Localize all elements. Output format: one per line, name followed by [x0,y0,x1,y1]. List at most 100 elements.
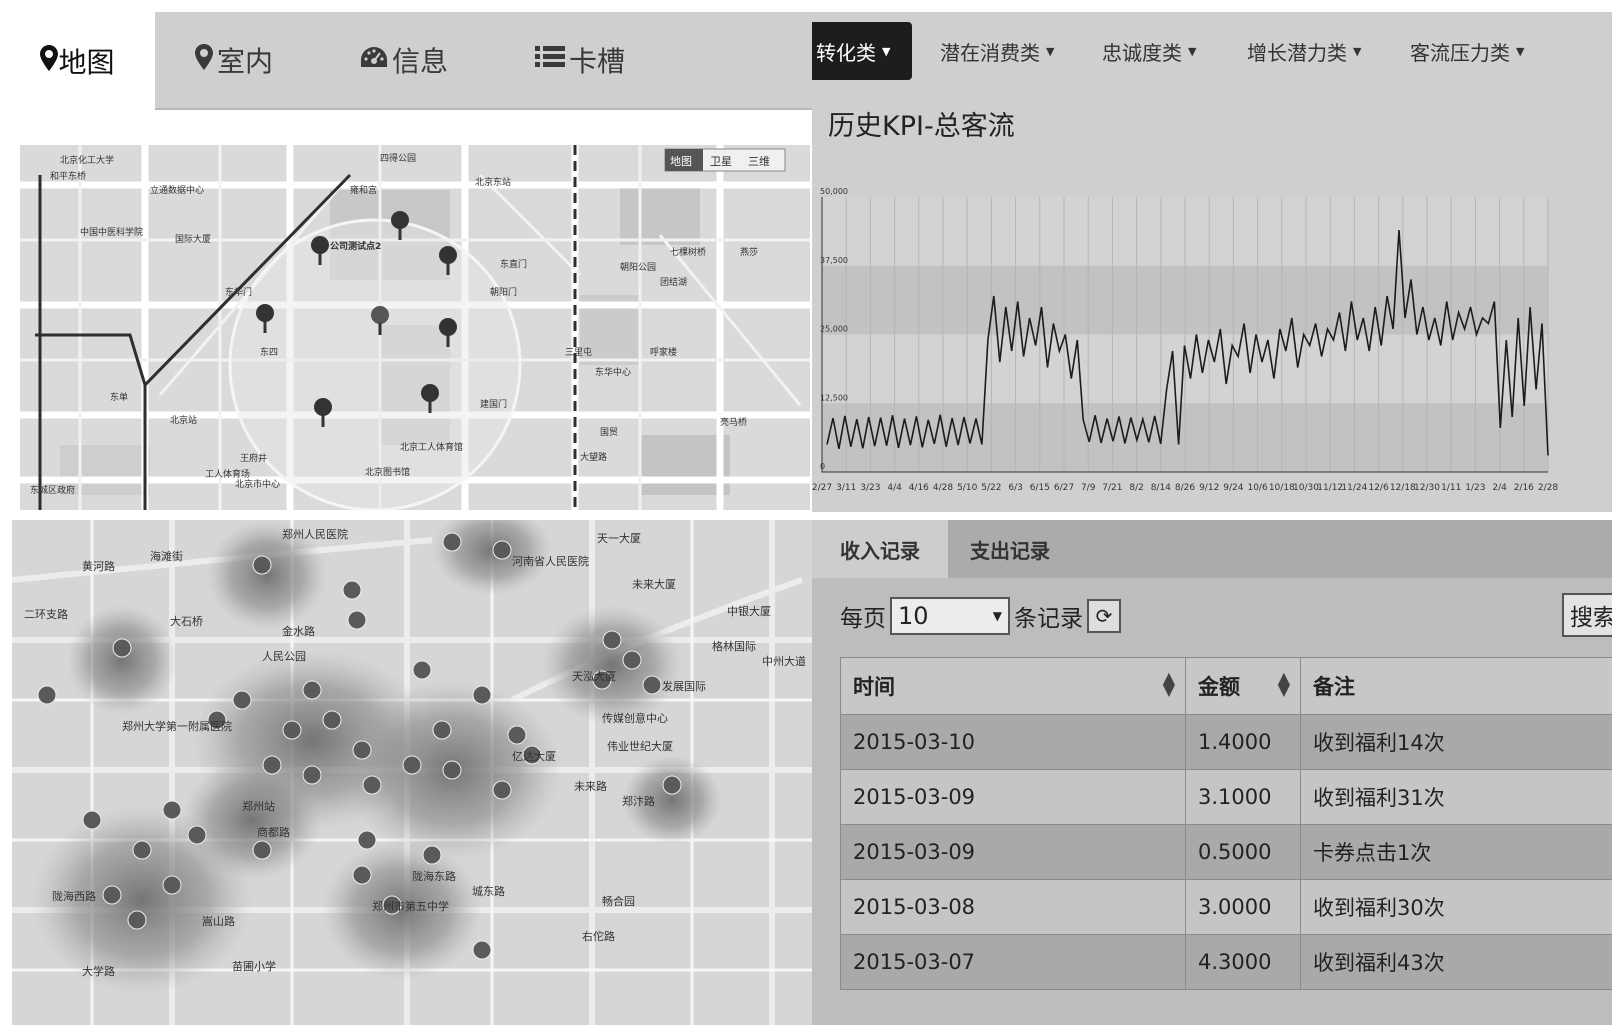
map-type-3d[interactable]: 三维 [748,155,770,168]
column-header-amount[interactable]: 金额 ▲ ▼ [1185,657,1301,715]
x-tick-label: 5/10 [957,483,977,493]
search-button[interactable]: 搜索 [1562,593,1612,637]
place-label: 公司测试点2 [330,240,381,252]
x-tick-label: 11/12 [1317,483,1343,493]
table-row[interactable]: 2015-03-08 3.0000 收到福利30次 [840,879,1612,935]
y-tick-label: 37,500 [820,256,848,265]
nav-tab-map[interactable]: 地图 [0,12,155,110]
table-row[interactable]: 2015-03-09 3.1000 收到福利31次 [840,769,1612,825]
place-label: 二环支路 [24,608,68,621]
y-tick-label: 25,000 [820,325,848,334]
nav-tab-info[interactable]: 信息 [360,12,448,108]
refresh-icon: ⟳ [1095,604,1113,628]
map-type-control[interactable]: 地图 卫星 三维 [664,148,786,172]
cell-amount: 3.0000 [1185,879,1301,935]
kpi-line-chart: 0 12,500 25,000 37,500 50,000 2/27 3/11 3/23 4/… [812,187,1558,493]
nav-tab-indoor[interactable]: 室内 [195,12,273,108]
table-row[interactable]: 2015-03-10 1.4000 收到福利14次 [840,714,1612,770]
map-marker-icon [195,44,213,76]
dashboard-icon [360,45,388,75]
table-row[interactable]: 2015-03-09 0.5000 卡券点击1次 [840,824,1612,880]
place-label: 河南省人民医院 [512,554,589,568]
kpi-tab-traffic-pressure[interactable]: 客流压力类 ▼ [1410,22,1524,80]
x-tick-label: 11/24 [1341,483,1367,493]
place-label: 东华中心 [595,366,631,378]
records-panel: 收入记录 支出记录 每页 10 ▼ 条记录 ⟳ 搜索 时间 ▲ ▼ 金额 ▲ ▼… [812,520,1612,1025]
x-tick-label: 6/15 [1030,483,1050,493]
column-header-label: 时间 [853,675,895,699]
main-nav: 地图 室内 信息 卡槽 [0,0,812,110]
map-view-heatmap[interactable]: 郑州人民医院 天一大厦 河南省人民医院 未来大厦 中银大厦 黄河路 海滩街 二环… [12,520,812,1025]
tab-income-records[interactable]: 收入记录 [812,520,948,578]
place-label: 三里屯 [565,346,592,358]
x-tick-label: 10/6 [1247,483,1267,493]
y-tick-label: 12,500 [820,393,848,402]
kpi-tab-growth-potential[interactable]: 增长潜力类 ▼ [1247,22,1361,80]
place-label: 右佗路 [582,929,615,943]
place-label: 传媒创意中心 [602,711,668,725]
column-header-note: 备注 [1300,657,1612,715]
cell-amount: 0.5000 [1185,824,1301,880]
place-label: 东华门 [225,286,252,298]
x-tick-label: 3/23 [860,483,880,493]
place-label: 团结湖 [660,276,687,288]
cell-amount: 4.3000 [1185,934,1301,990]
x-tick-label: 9/24 [1223,483,1243,493]
cell-time: 2015-03-09 [840,769,1186,825]
tab-expense-records[interactable]: 支出记录 [970,520,1050,578]
records-table: 时间 ▲ ▼ 金额 ▲ ▼ 备注 2015-03-10 1.4000 收到福利14次… [840,657,1612,990]
nav-tab-card-slot[interactable]: 卡槽 [535,12,625,108]
kpi-tab-conversion[interactable]: 转化类 ▼ [812,22,913,80]
refresh-button[interactable]: ⟳ [1087,599,1121,633]
place-label: 郑州人民医院 [282,527,348,541]
page-size-select[interactable]: 10 ▼ [890,597,1010,635]
per-page-prefix: 每页 [840,606,886,632]
x-tick-label: 12/6 [1368,483,1388,493]
caret-down-icon: ▼ [1353,44,1362,58]
place-label: 工人体育场 [205,468,250,480]
place-label: 黄河路 [82,559,115,573]
x-tick-label: 10/30 [1293,483,1319,493]
place-label: 立通数据中心 [150,184,204,196]
x-tick-label: 8/2 [1129,483,1143,493]
sort-icon[interactable]: ▲ ▼ [1278,670,1290,698]
place-label: 伟业世纪大厦 [607,739,673,753]
column-header-label: 备注 [1313,675,1355,699]
cell-note: 卡券点击1次 [1300,824,1612,880]
place-label: 发展国际 [662,679,706,693]
place-label: 郑汴路 [622,794,655,808]
x-tick-label: 4/28 [933,483,953,493]
place-label: 郑州市第五中学 [372,899,449,913]
place-label: 东单 [110,391,128,403]
cell-amount: 1.4000 [1185,714,1301,770]
page-size-control: 每页 10 ▼ 条记录 ⟳ [840,597,1121,635]
map-type-roadmap[interactable]: 地图 [670,155,692,168]
chart-title: 历史KPI-总客流 [828,111,1015,142]
place-label: 苗圃小学 [232,959,276,973]
x-tick-label: 12/30 [1414,483,1440,493]
nav-tab-info-label: 信息 [392,45,449,78]
place-label: 城东路 [472,885,505,898]
x-tick-label: 2/28 [1538,483,1558,493]
place-label: 大石桥 [170,614,203,628]
kpi-tab-loyalty[interactable]: 忠诚度类 ▼ [1102,22,1196,80]
map-type-satellite[interactable]: 卫星 [710,155,732,168]
map-marker-icon [40,44,59,78]
place-label: 北京站 [170,414,197,426]
map-view-beijing[interactable]: 地图 卫星 三维 北京化工大学 和平东桥 立通数据中心 中国中医科学院 四得公园… [20,145,810,510]
place-label: 国贸 [600,426,618,438]
place-label: 东直门 [500,258,527,270]
place-label: 四得公园 [380,152,416,164]
place-label: 东四 [260,346,278,358]
x-tick-label: 4/16 [909,483,929,493]
place-label: 金水路 [282,624,315,638]
x-tick-label: 8/26 [1175,483,1195,493]
sort-icon[interactable]: ▲ ▼ [1163,670,1175,698]
table-row[interactable]: 2015-03-07 4.3000 收到福利43次 [840,934,1612,990]
kpi-tab-potential-consumption[interactable]: 潜在消费类 ▼ [940,22,1054,80]
column-header-time[interactable]: 时间 ▲ ▼ [840,657,1186,715]
cell-time: 2015-03-08 [840,879,1186,935]
page-size-value: 10 [898,602,929,630]
records-tabs: 收入记录 支出记录 [812,520,1612,578]
kpi-tab-conversion-label: 转化类 [816,40,876,65]
